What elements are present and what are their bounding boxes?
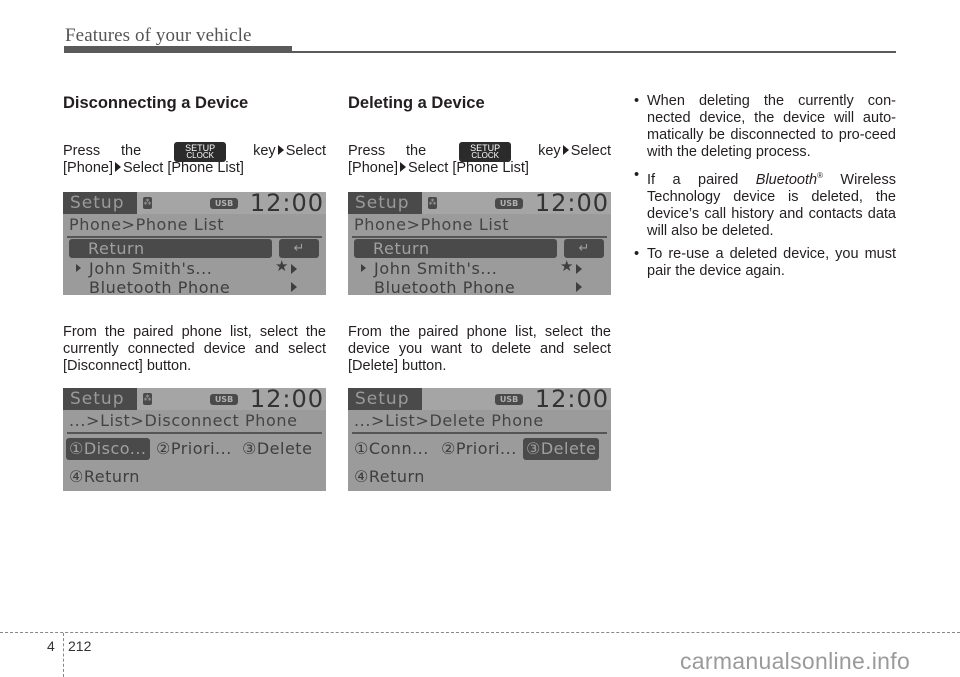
divider: [67, 236, 322, 238]
usb-badge: USB: [495, 198, 523, 209]
instruction-text: [Phone]: [63, 160, 113, 176]
chapter-number: 4: [47, 638, 55, 654]
divider: [352, 432, 607, 434]
footer-divider: [63, 633, 64, 677]
breadcrumb: Phone>Phone List: [69, 215, 225, 234]
menu-item-return[interactable]: Return: [69, 239, 272, 258]
option-priority[interactable]: ②Priori...: [438, 438, 520, 460]
caret-right-icon: [361, 264, 366, 272]
note-text: If a paired: [647, 171, 756, 188]
screen-disconnect-phone: Setup ⁂ USB 12:00 ...>List>Disconnect Ph…: [63, 388, 326, 491]
menu-item-return[interactable]: Return: [354, 239, 557, 258]
option-delete[interactable]: ③Delete: [523, 438, 600, 460]
header-rule-thick: [64, 46, 292, 53]
return-icon[interactable]: ↵: [564, 239, 604, 258]
note-item: To re-use a deleted device, you must pai…: [633, 246, 896, 280]
bluetooth-icon: ⁂: [428, 197, 437, 209]
list-item-phone[interactable]: Bluetooth Phone: [69, 278, 230, 295]
instruction-text: Select [Phone List]: [408, 160, 529, 176]
usb-badge: USB: [495, 394, 523, 405]
setup-tab: Setup: [63, 192, 137, 214]
instruction-text: Select: [285, 143, 326, 159]
chevron-right-icon: [576, 282, 582, 292]
bluetooth-icon: ⁂: [143, 393, 152, 405]
arrow-right-icon: [400, 162, 406, 172]
breadcrumb: Phone>Phone List: [354, 215, 510, 234]
footer-rule: [0, 632, 960, 633]
notes-list: When deleting the currently con-nected d…: [633, 93, 896, 286]
instruction-paragraph: From the paired phone list, select the d…: [348, 324, 611, 374]
list-item-label: John Smith's...: [89, 259, 213, 278]
instruction-text: Press: [63, 143, 101, 159]
star-icon: ★: [560, 257, 574, 275]
breadcrumb: ...>List>Disconnect Phone: [69, 411, 298, 430]
page-number: 212: [68, 638, 92, 654]
chevron-right-icon: [291, 264, 297, 274]
list-item-phone[interactable]: John Smith's...: [69, 259, 212, 278]
option-return[interactable]: ④Return: [351, 466, 428, 488]
section-title: Deleting a Device: [348, 94, 485, 112]
return-icon[interactable]: ↵: [279, 239, 319, 258]
key-label-line2: CLOCK: [471, 150, 499, 160]
list-item-phone[interactable]: John Smith's...: [354, 259, 497, 278]
note-item: If a paired Bluetooth® Wireless Technolo…: [633, 167, 896, 240]
instruction-text: Select [Phone List]: [123, 160, 244, 176]
breadcrumb: ...>List>Delete Phone: [354, 411, 544, 430]
setup-tab: Setup: [348, 388, 422, 410]
instruction-text: key: [538, 143, 561, 159]
option-connect[interactable]: ①Conn...: [351, 438, 432, 460]
note-italic: Bluetooth: [755, 171, 818, 188]
setup-tab: Setup: [63, 388, 137, 410]
instruction-text: the: [121, 143, 142, 159]
chevron-right-icon: [576, 264, 582, 274]
setup-clock-key-icon: SETUP CLOCK: [459, 141, 512, 162]
arrow-right-icon: [562, 145, 569, 155]
usb-badge: USB: [210, 394, 238, 405]
section-title: Disconnecting a Device: [63, 94, 249, 112]
note-item: When deleting the currently con-nected d…: [633, 93, 896, 161]
star-icon: ★: [275, 257, 289, 275]
running-header: Features of your vehicle: [65, 25, 252, 46]
instruction-text: Select: [570, 143, 611, 159]
clock: 12:00: [534, 388, 609, 413]
list-item-phone[interactable]: Bluetooth Phone: [354, 278, 515, 295]
screen-delete-phone: Setup USB 12:00 ...>List>Delete Phone ①C…: [348, 388, 611, 491]
screen-phone-list: Setup ⁂ USB 12:00 Phone>Phone List Retur…: [348, 192, 611, 295]
option-priority[interactable]: ②Priori...: [153, 438, 235, 460]
chevron-right-icon: [291, 282, 297, 292]
arrow-right-icon: [277, 145, 284, 155]
bluetooth-icon: ⁂: [143, 197, 152, 209]
divider: [352, 236, 607, 238]
instruction-paragraph: From the paired phone list, select the c…: [63, 324, 326, 374]
clock: 12:00: [249, 192, 324, 217]
instruction: Press the SETUP CLOCK key Select [Phone] S…: [348, 141, 611, 177]
instruction-text: the: [406, 143, 427, 159]
usb-badge: USB: [210, 198, 238, 209]
setup-clock-key-icon: SETUP CLOCK: [174, 141, 227, 162]
instruction: Press the SETUP CLOCK key Select [Phone] S…: [63, 141, 326, 177]
caret-right-icon: [76, 264, 81, 272]
instruction-text: key: [253, 143, 276, 159]
instruction-text: [Phone]: [348, 160, 398, 176]
screen-phone-list: Setup ⁂ USB 12:00 Phone>Phone List Retur…: [63, 192, 326, 295]
setup-tab: Setup: [348, 192, 422, 214]
divider: [67, 432, 322, 434]
option-return[interactable]: ④Return: [66, 466, 143, 488]
list-item-label: John Smith's...: [374, 259, 498, 278]
option-delete[interactable]: ③Delete: [239, 438, 315, 460]
watermark: carmanualsonline.info: [680, 648, 911, 674]
key-label-line2: CLOCK: [186, 150, 214, 160]
header-rule-thin: [292, 51, 896, 53]
arrow-right-icon: [115, 162, 121, 172]
instruction-text: Press: [348, 143, 386, 159]
option-disconnect[interactable]: ①Disco...: [66, 438, 150, 460]
clock: 12:00: [534, 192, 609, 217]
